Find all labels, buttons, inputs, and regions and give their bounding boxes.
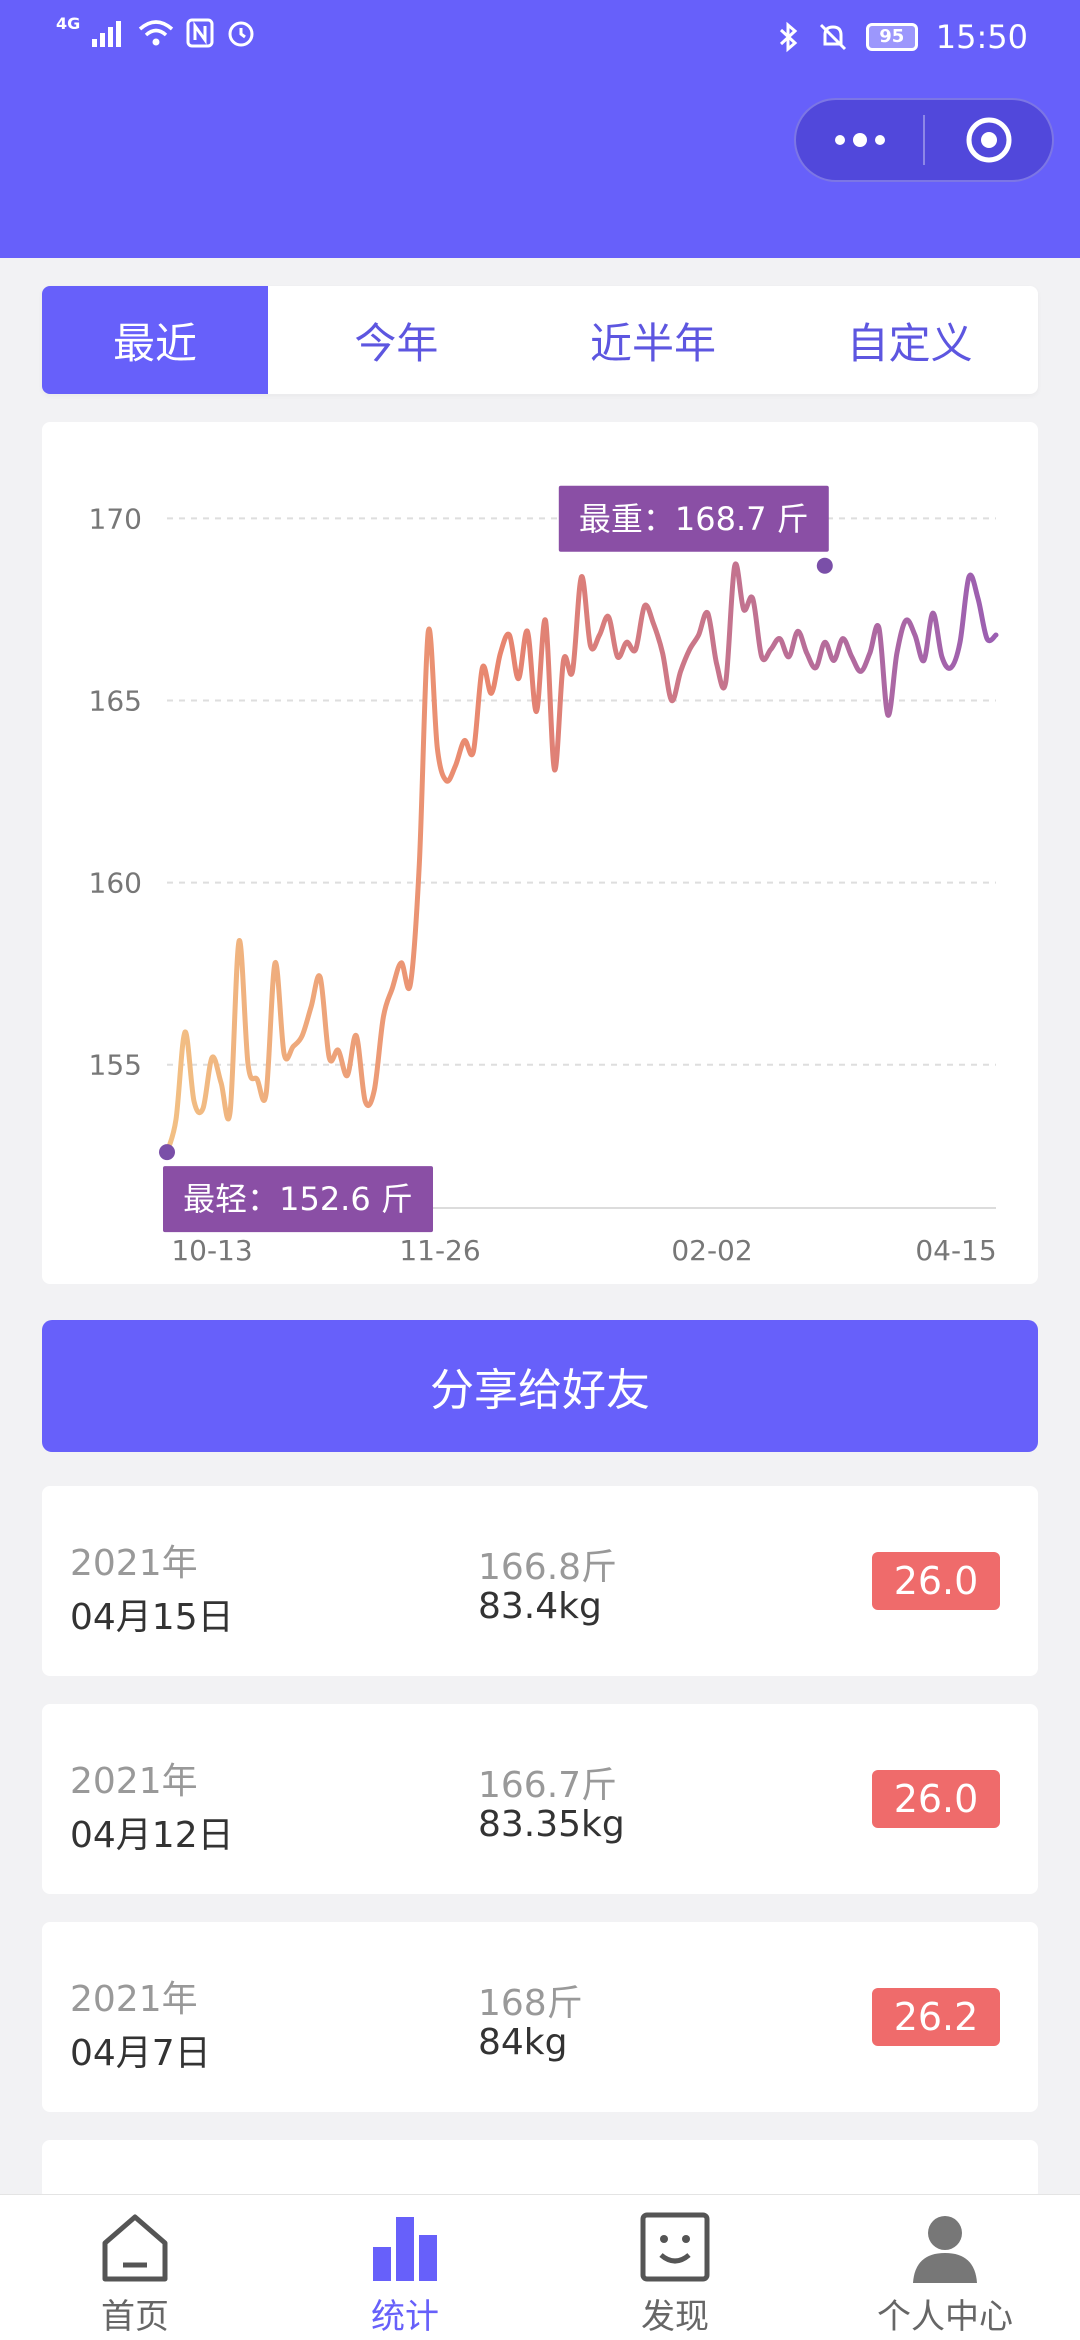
home-icon — [102, 2214, 168, 2282]
period-tabs: 最近 今年 近半年 自定义 — [42, 286, 1038, 394]
status-bar: 4G 95 15:50 — [0, 0, 1080, 80]
tab-recent[interactable]: 最近 — [42, 286, 268, 394]
nav-stats[interactable]: 统计 — [270, 2195, 540, 2340]
nfc-icon — [186, 18, 214, 48]
battery-indicator: 95 — [865, 23, 918, 51]
min-weight-label: 最轻：152.6 斤 — [183, 1180, 413, 1218]
nav-home[interactable]: 首页 — [0, 2195, 270, 2340]
signal-icon — [92, 21, 122, 47]
bottom-navigation: 首页 统计 发现 个人中心 — [0, 2194, 1080, 2340]
nav-home-label: 首页 — [101, 2297, 169, 2337]
record-weight-jin: 166.8斤 — [478, 1547, 618, 1588]
record-weight-jin: 166.7斤 — [478, 1765, 618, 1806]
x-tick-label: 02-02 — [671, 1234, 752, 1267]
close-miniprogram-button[interactable] — [925, 100, 1052, 180]
record-item[interactable]: 2021年 04月15日 166.8斤 83.4kg 26.0 — [42, 1486, 1038, 1676]
weight-chart-card: 155 160 165 170 10-13 11-26 02-02 04-15 最重：168.… — [42, 422, 1038, 1284]
more-options-button[interactable] — [796, 100, 923, 180]
target-close-icon — [966, 117, 1011, 163]
min-weight-point — [159, 1144, 175, 1161]
mute-bell-icon — [819, 23, 846, 51]
record-item[interactable]: 2021年 04月12日 166.7斤 83.35kg 26.0 — [42, 1704, 1038, 1894]
record-weight-kg: 84kg — [478, 2022, 568, 2063]
more-dots-icon — [834, 133, 885, 147]
header-bar: 4G 95 15:50 — [0, 0, 1080, 258]
user-icon — [913, 2216, 977, 2283]
record-item-partial[interactable] — [42, 2140, 1038, 2200]
record-year: 2021年 — [70, 1543, 198, 1584]
nav-profile-label: 个人中心 — [877, 2297, 1013, 2337]
bmi-badge: 26.0 — [872, 1552, 1000, 1610]
share-to-friends-button[interactable]: 分享给好友 — [42, 1320, 1038, 1452]
nav-stats-label: 统计 — [371, 2297, 439, 2337]
y-tick-label: 160 — [89, 867, 142, 900]
status-left: 4G — [56, 14, 256, 48]
wifi-icon — [139, 20, 174, 46]
record-year: 2021年 — [70, 1979, 198, 2020]
record-item[interactable]: 2021年 04月7日 168斤 84kg 26.2 — [42, 1922, 1038, 2112]
weight-line-chart: 155 160 165 170 10-13 11-26 02-02 04-15 最重：168.… — [89, 485, 999, 1267]
clock-time: 15:50 — [935, 18, 1028, 56]
status-right: 95 15:50 — [778, 18, 1028, 56]
alarm-icon — [228, 21, 254, 47]
x-tick-label: 04-15 — [915, 1234, 996, 1267]
record-date: 04月7日 — [70, 2033, 211, 2074]
nav-discover[interactable]: 发现 — [540, 2195, 810, 2340]
bar-chart-icon — [373, 2217, 437, 2281]
tab-this-year[interactable]: 今年 — [268, 286, 525, 394]
y-tick-label: 155 — [89, 1049, 142, 1082]
bmi-badge: 26.2 — [872, 1988, 1000, 2046]
tab-half-year[interactable]: 近半年 — [525, 286, 782, 394]
bmi-badge: 26.0 — [872, 1770, 1000, 1828]
network-type-label: 4G — [56, 13, 81, 33]
x-tick-label: 10-13 — [171, 1234, 252, 1267]
y-tick-label: 170 — [89, 502, 142, 535]
max-weight-point — [816, 557, 833, 574]
record-date: 04月15日 — [70, 1597, 234, 1638]
y-tick-label: 165 — [89, 685, 142, 718]
tab-custom[interactable]: 自定义 — [781, 286, 1038, 394]
nav-discover-label: 发现 — [641, 2297, 709, 2337]
max-weight-label: 最重：168.7 斤 — [579, 500, 809, 538]
x-tick-label: 11-26 — [399, 1234, 480, 1267]
record-date: 04月12日 — [70, 1815, 234, 1856]
miniprogram-capsule — [794, 98, 1054, 182]
record-year: 2021年 — [70, 1761, 198, 1802]
bluetooth-icon — [779, 21, 798, 53]
record-weight-kg: 83.35kg — [478, 1804, 625, 1845]
record-weight-jin: 168斤 — [478, 1983, 583, 2024]
nav-profile[interactable]: 个人中心 — [810, 2195, 1080, 2340]
record-weight-kg: 83.4kg — [478, 1586, 602, 1627]
discover-icon — [640, 2212, 710, 2282]
